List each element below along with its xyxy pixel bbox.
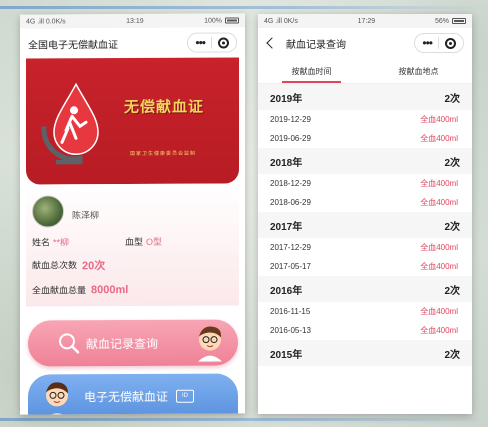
nav-bar: 全国电子无偿献血证 ••• <box>20 27 245 59</box>
year-label: 2019年 <box>270 93 303 105</box>
sort-tabs: 按献血时间 按献血地点 <box>258 58 472 84</box>
avatar <box>32 195 64 228</box>
phone-certificate-home: 4G .ill 0.0K/s 13:19 100% 全国电子无偿献血证 ••• … <box>20 13 245 415</box>
battery-icon <box>225 17 239 24</box>
year-group-header[interactable]: 2017年 2次 <box>258 212 472 238</box>
year-group-header[interactable]: 2015年 2次 <box>258 340 472 366</box>
tab-by-location[interactable]: 按献血地点 <box>365 58 472 83</box>
record-query-label: 献血记录查询 <box>86 336 159 351</box>
id-card-icon: ID <box>176 389 195 403</box>
bloodtype-value: O型 <box>146 236 163 247</box>
status-time: 13:19 <box>126 17 144 25</box>
record-amount: 全血400ml <box>420 115 458 124</box>
year-count: 2次 <box>444 93 460 105</box>
record-amount: 全血400ml <box>420 307 458 316</box>
electronic-certificate-button[interactable]: 电子无偿献血证 ID <box>28 373 238 415</box>
year-count: 2次 <box>444 349 460 361</box>
status-right: 100% <box>204 17 239 24</box>
record-amount: 全血400ml <box>420 179 458 188</box>
page-title: 献血记录查询 <box>286 39 346 51</box>
battery-icon <box>452 18 466 24</box>
record-date: 2018-06-29 <box>270 198 311 207</box>
search-icon <box>59 333 80 354</box>
record-row[interactable]: 2017-12-29 全血400ml <box>258 238 472 257</box>
record-date: 2016-11-15 <box>270 307 311 316</box>
more-icon[interactable]: ••• <box>422 37 433 49</box>
year-label: 2018年 <box>270 157 303 169</box>
name-label: 姓名 <box>32 237 51 248</box>
record-amount: 全血400ml <box>420 243 458 252</box>
close-target-icon[interactable] <box>445 37 456 49</box>
year-group-header[interactable]: 2016年 2次 <box>258 276 472 302</box>
user-row: 陈泽柳 <box>32 191 233 230</box>
record-query-button[interactable]: 献血记录查询 <box>28 319 238 367</box>
blood-drop-logo-icon <box>41 82 99 165</box>
record-row[interactable]: 2016-05-13 全血400ml <box>258 321 472 340</box>
total-value: 8000ml <box>91 283 129 296</box>
doctor-cartoon-icon <box>198 326 222 362</box>
status-time: 17:29 <box>357 17 376 25</box>
miniprogram-capsule: ••• <box>187 32 237 53</box>
year-label: 2015年 <box>270 349 303 361</box>
status-bar: 4G .ill 0K/s 17:29 56% <box>258 14 472 28</box>
record-date: 2017-05-17 <box>270 262 311 271</box>
year-label: 2017年 <box>270 221 303 233</box>
status-bar: 4G .ill 0.0K/s 13:19 100% <box>20 13 245 29</box>
bloodtype-label: 血型 <box>125 236 144 248</box>
record-date: 2016-05-13 <box>270 326 311 335</box>
name-bloodtype-row: 姓名 **柳 血型 O型 <box>32 233 233 249</box>
back-arrow-icon[interactable] <box>266 37 278 49</box>
year-group-header[interactable]: 2019年 2次 <box>258 84 472 110</box>
record-date: 2017-12-29 <box>270 243 311 252</box>
page-title: 全国电子无偿献血证 <box>28 39 118 52</box>
banner-subtitle: 国家卫生健康委员会监制 <box>130 150 197 158</box>
donation-total-row: 全血献血总量 8000ml <box>32 281 233 297</box>
total-label: 全血献血总量 <box>32 285 87 296</box>
capsule-divider <box>438 37 439 49</box>
tab-by-time[interactable]: 按献血时间 <box>258 58 365 83</box>
donor-info-card: 陈泽柳 姓名 **柳 血型 O型 献血总次数 20次 全血献血总量 8000ml <box>26 183 239 307</box>
count-label: 献血总次数 <box>32 260 78 271</box>
record-list: 2019年 2次 2019-12-29 全血400ml 2019-06-29 全血400m… <box>258 84 472 366</box>
donation-count-row: 献血总次数 20次 <box>32 256 233 272</box>
battery-text: 56% <box>434 17 449 25</box>
count-value: 20次 <box>82 259 106 272</box>
banner-title: 无偿献血证 <box>124 97 205 117</box>
record-amount: 全血400ml <box>420 198 458 207</box>
year-count: 2次 <box>444 221 460 233</box>
top-decoration <box>0 6 488 9</box>
status-network: 4G .ill 0.0K/s <box>26 17 66 26</box>
record-row[interactable]: 2019-12-29 全血400ml <box>258 110 472 129</box>
close-target-icon[interactable] <box>218 36 229 49</box>
year-count: 2次 <box>444 157 460 169</box>
status-right: 56% <box>435 18 466 25</box>
record-date: 2019-06-29 <box>270 134 311 143</box>
record-row[interactable]: 2016-11-15 全血400ml <box>258 302 472 321</box>
record-row[interactable]: 2018-12-29 全血400ml <box>258 174 472 193</box>
record-date: 2019-12-29 <box>270 115 311 124</box>
record-row[interactable]: 2018-06-29 全血400ml <box>258 193 472 212</box>
record-date: 2018-12-29 <box>270 179 311 188</box>
record-amount: 全血400ml <box>420 134 458 143</box>
nav-bar: 献血记录查询 ••• <box>258 28 472 58</box>
battery-text: 100% <box>204 17 222 25</box>
capsule-divider <box>211 36 212 49</box>
doctor-cartoon-icon <box>45 382 69 415</box>
status-network: 4G .ill 0K/s <box>264 17 298 25</box>
year-group-header[interactable]: 2018年 2次 <box>258 148 472 174</box>
certificate-banner: 无偿献血证 国家卫生健康委员会监制 <box>26 57 239 185</box>
certificate-label: 电子无偿献血证 <box>84 389 169 404</box>
more-icon[interactable]: ••• <box>195 36 205 50</box>
record-amount: 全血400ml <box>420 326 458 335</box>
name-value: **柳 <box>53 237 70 248</box>
record-row[interactable]: 2019-06-29 全血400ml <box>258 129 472 148</box>
bottom-decoration <box>0 418 488 421</box>
miniprogram-capsule: ••• <box>414 33 464 53</box>
year-count: 2次 <box>444 285 460 297</box>
phone-record-query: 4G .ill 0K/s 17:29 56% 献血记录查询 ••• 按献血时间 … <box>258 14 472 414</box>
year-label: 2016年 <box>270 285 303 297</box>
record-row[interactable]: 2017-05-17 全血400ml <box>258 257 472 276</box>
username: 陈泽柳 <box>72 209 100 220</box>
record-amount: 全血400ml <box>420 262 458 271</box>
